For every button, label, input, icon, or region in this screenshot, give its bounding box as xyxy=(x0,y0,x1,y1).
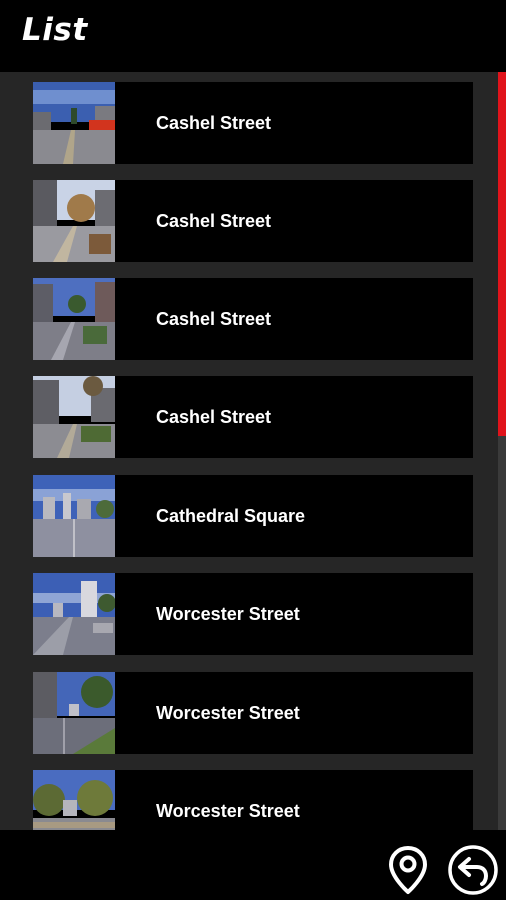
list-item[interactable]: Cashel Street xyxy=(33,180,473,262)
street-photo-thumbnail xyxy=(33,672,115,754)
page-title: List xyxy=(22,12,88,48)
list-item[interactable]: Cashel Street xyxy=(33,278,473,360)
street-photo-thumbnail xyxy=(33,573,115,655)
street-photo-thumbnail xyxy=(33,376,115,458)
list-item[interactable]: Cathedral Square xyxy=(33,475,473,557)
header-bar: List xyxy=(0,0,506,72)
list-item-label: Cashel Street xyxy=(156,309,272,329)
scrollbar-track[interactable] xyxy=(498,72,506,830)
street-photo-thumbnail xyxy=(33,770,115,830)
list-item-label: Cashel Street xyxy=(156,211,272,231)
street-photo-thumbnail xyxy=(33,180,115,262)
back-arrow-icon xyxy=(448,845,498,895)
street-photo-thumbnail xyxy=(33,82,115,164)
scrollbar-thumb[interactable] xyxy=(498,72,506,436)
back-button[interactable] xyxy=(447,844,499,896)
list-item-label: Cashel Street xyxy=(156,113,272,133)
bottom-app-bar xyxy=(0,830,506,900)
list-item-label: Worcester Street xyxy=(156,703,300,723)
list-item[interactable]: Worcester Street xyxy=(33,573,473,655)
street-photo-thumbnail xyxy=(33,475,115,557)
location-pin-icon xyxy=(389,846,427,894)
list-item[interactable]: Worcester Street xyxy=(33,770,473,830)
street-photo-thumbnail xyxy=(33,278,115,360)
list-item[interactable]: Worcester Street xyxy=(33,672,473,754)
app-root: List Cashel Street Cashel Street Cashel … xyxy=(0,0,506,900)
list-item-label: Cashel Street xyxy=(156,407,272,427)
location-list[interactable]: Cashel Street Cashel Street Cashel Stree… xyxy=(0,72,506,830)
list-item-label: Worcester Street xyxy=(156,801,300,821)
list-item[interactable]: Cashel Street xyxy=(33,376,473,458)
list-item-label: Worcester Street xyxy=(156,604,300,624)
map-button[interactable] xyxy=(382,844,434,896)
list-item[interactable]: Cashel Street xyxy=(33,82,473,164)
list-item-label: Cathedral Square xyxy=(156,506,306,526)
